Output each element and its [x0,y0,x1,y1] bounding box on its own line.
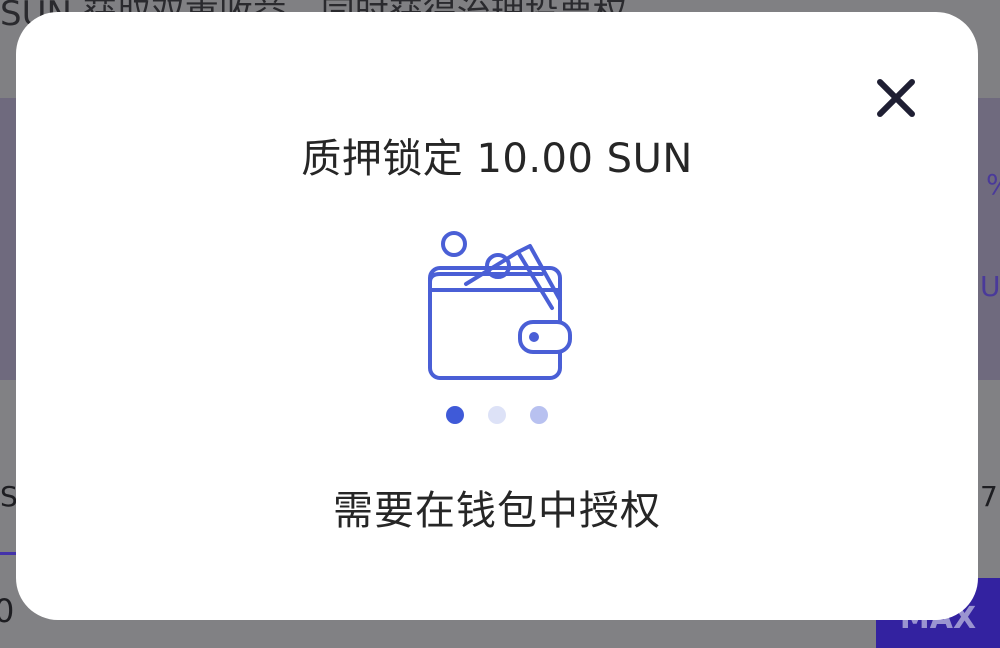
wallet-illustration [422,226,582,386]
progress-dot-active [446,406,464,424]
progress-dot [530,406,548,424]
background-amount-value: 0 [0,592,15,630]
close-button[interactable] [872,74,920,122]
progress-dot [488,406,506,424]
wallet-icon [428,231,572,380]
screen: SUN 获取双重收益，同时获得治理投票权 % U S 7 0 MAX 质押锁定 … [0,0,1000,648]
modal-title: 质押锁定 10.00 SUN [301,136,693,182]
background-unit-fragment: U [980,270,1000,303]
stake-authorization-modal: 质押锁定 10.00 SUN 需要在钱包中授权 [16,12,978,620]
close-icon [877,79,915,117]
background-percent-fragment: % [986,168,1000,201]
progress-dots [16,406,978,424]
authorization-message: 需要在钱包中授权 [333,488,661,534]
background-right-digit: 7 [980,480,998,513]
